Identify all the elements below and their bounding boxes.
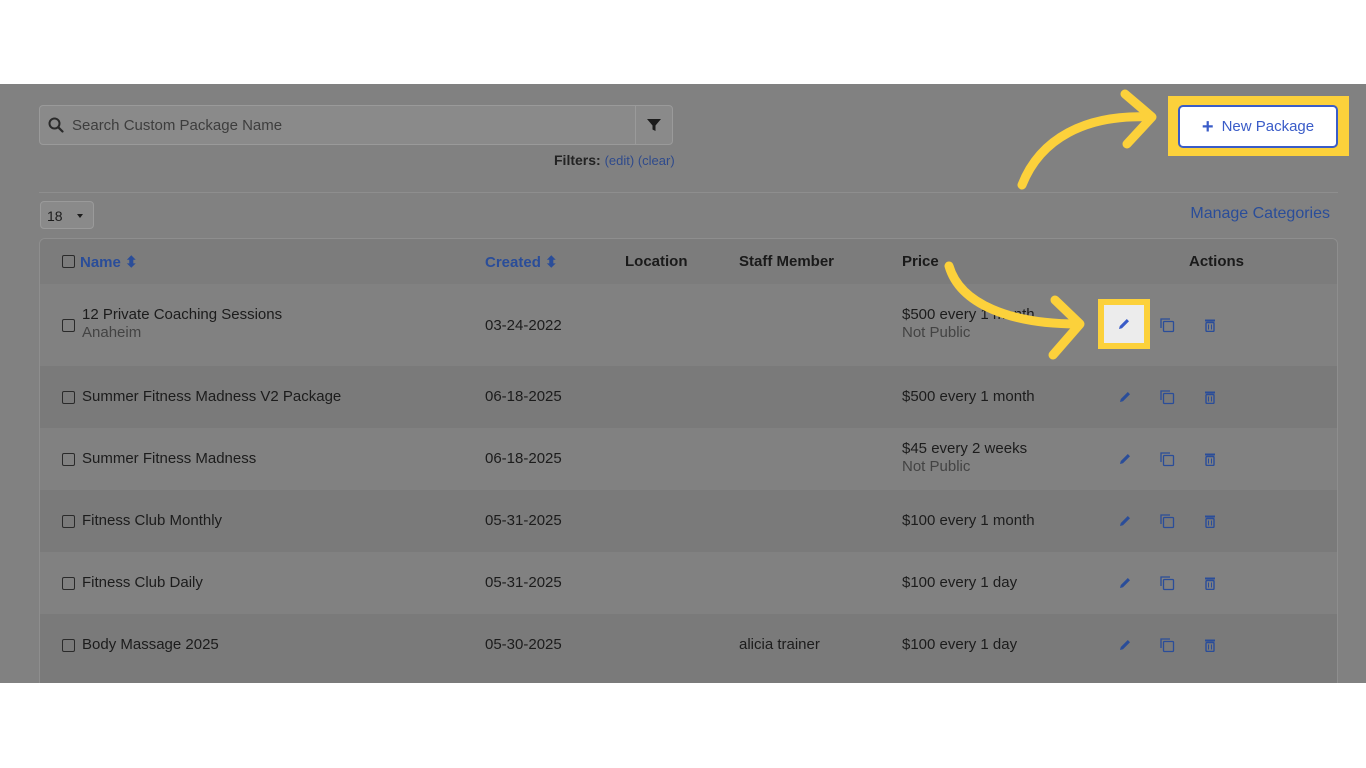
price-visibility: Not Public [902,458,971,475]
funnel-icon [647,119,661,131]
pencil-icon[interactable] [1117,513,1133,529]
row-checkbox[interactable] [62,639,75,652]
filter-button[interactable] [635,106,672,144]
filters-label: Filters: [554,152,601,168]
edit-button-highlight [1098,299,1150,349]
trash-icon[interactable] [1202,513,1218,529]
copy-icon[interactable] [1159,389,1175,405]
row-checkbox[interactable] [62,577,75,590]
table-row: Fitness Club Daily 05-31-2025 $100 every… [40,552,1337,614]
price: $45 every 2 weeks [902,440,1028,457]
filters-close-paren: ) [670,153,675,168]
trash-icon[interactable] [1202,389,1218,405]
arrow-to-new-package-icon [1017,89,1157,190]
sort-icon: ⬍ [545,254,558,271]
page-size-select[interactable]: 18 [40,201,94,229]
package-name[interactable]: Summer Fitness Madness V2 Package [82,388,341,405]
table-row: Fitness Club Monthly 05-31-2025 $100 eve… [40,490,1337,552]
page-size-value: 18 [47,208,63,224]
plus-icon: + [1201,115,1214,138]
copy-icon[interactable] [1159,637,1175,653]
pencil-icon [1119,319,1129,329]
copy-icon[interactable] [1159,513,1175,529]
created-date: 05-30-2025 [485,636,562,653]
new-package-label: New Package [1221,118,1315,135]
select-all-checkbox[interactable] [62,255,75,268]
package-name[interactable]: Fitness Club Daily [82,574,203,591]
new-package-button[interactable]: + New Package [1178,105,1338,148]
table-row: Summer Fitness Madness 06-18-2025 $45 ev… [40,428,1337,490]
copy-icon[interactable] [1159,451,1175,467]
price-visibility: Not Public [902,324,971,341]
column-header-actions: Actions [1189,253,1245,270]
price: $100 every 1 month [902,512,1035,529]
pencil-icon[interactable] [1117,637,1133,653]
column-header-staff: Staff Member [739,253,835,270]
created-date: 06-18-2025 [485,450,562,467]
divider [39,192,1338,193]
column-header-created[interactable]: Created ⬍ [485,253,558,271]
package-name[interactable]: 12 Private Coaching Sessions [82,306,282,323]
copy-icon[interactable] [1159,317,1175,333]
row-checkbox[interactable] [62,391,75,404]
caret-down-icon [77,214,83,218]
app-frame: Filters: (edit) (clear) + New Package 18… [0,84,1366,683]
table-header: Name ⬍ Created ⬍ Location Staff Member P… [40,239,1337,284]
price: $100 every 1 day [902,574,1018,591]
price: $100 every 1 day [902,636,1018,653]
trash-icon[interactable] [1202,451,1218,467]
column-header-name[interactable]: Name ⬍ [80,253,138,271]
search-icon [40,106,72,144]
trash-icon[interactable] [1202,575,1218,591]
pencil-icon[interactable] [1117,389,1133,405]
table-row: Body Massage 2025 05-30-2025 alicia trai… [40,614,1337,683]
package-name[interactable]: Body Massage 2025 [82,636,219,653]
staff-member: alicia trainer [739,636,820,653]
row-checkbox[interactable] [62,453,75,466]
sort-icon: ⬍ [125,254,138,271]
price: $500 every 1 month [902,388,1035,405]
filters-line: Filters: (edit) (clear) [554,152,675,168]
filters-edit-link[interactable]: edit [609,153,630,168]
copy-icon[interactable] [1159,575,1175,591]
table-row: Summer Fitness Madness V2 Package 06-18-… [40,366,1337,428]
package-name[interactable]: Summer Fitness Madness [82,450,256,467]
created-date: 03-24-2022 [485,317,562,334]
created-date: 05-31-2025 [485,574,562,591]
trash-icon[interactable] [1202,637,1218,653]
created-date: 06-18-2025 [485,388,562,405]
package-location: Anaheim [82,324,142,341]
edit-button[interactable] [1104,305,1144,343]
search-bar [39,105,673,145]
package-name[interactable]: Fitness Club Monthly [82,512,222,529]
filters-mid-paren: ) ( [629,153,643,168]
trash-icon[interactable] [1202,317,1218,333]
pencil-icon[interactable] [1117,451,1133,467]
column-header-location: Location [625,253,688,270]
row-checkbox[interactable] [62,515,75,528]
column-header-price: Price [902,253,939,270]
pencil-icon[interactable] [1117,575,1133,591]
filters-clear-link[interactable]: clear [642,153,670,168]
row-checkbox[interactable] [62,319,75,332]
created-date: 05-31-2025 [485,512,562,529]
price: $500 every 1 month [902,306,1035,323]
search-input[interactable] [72,106,635,144]
manage-categories-link[interactable]: Manage Categories [1190,205,1330,223]
